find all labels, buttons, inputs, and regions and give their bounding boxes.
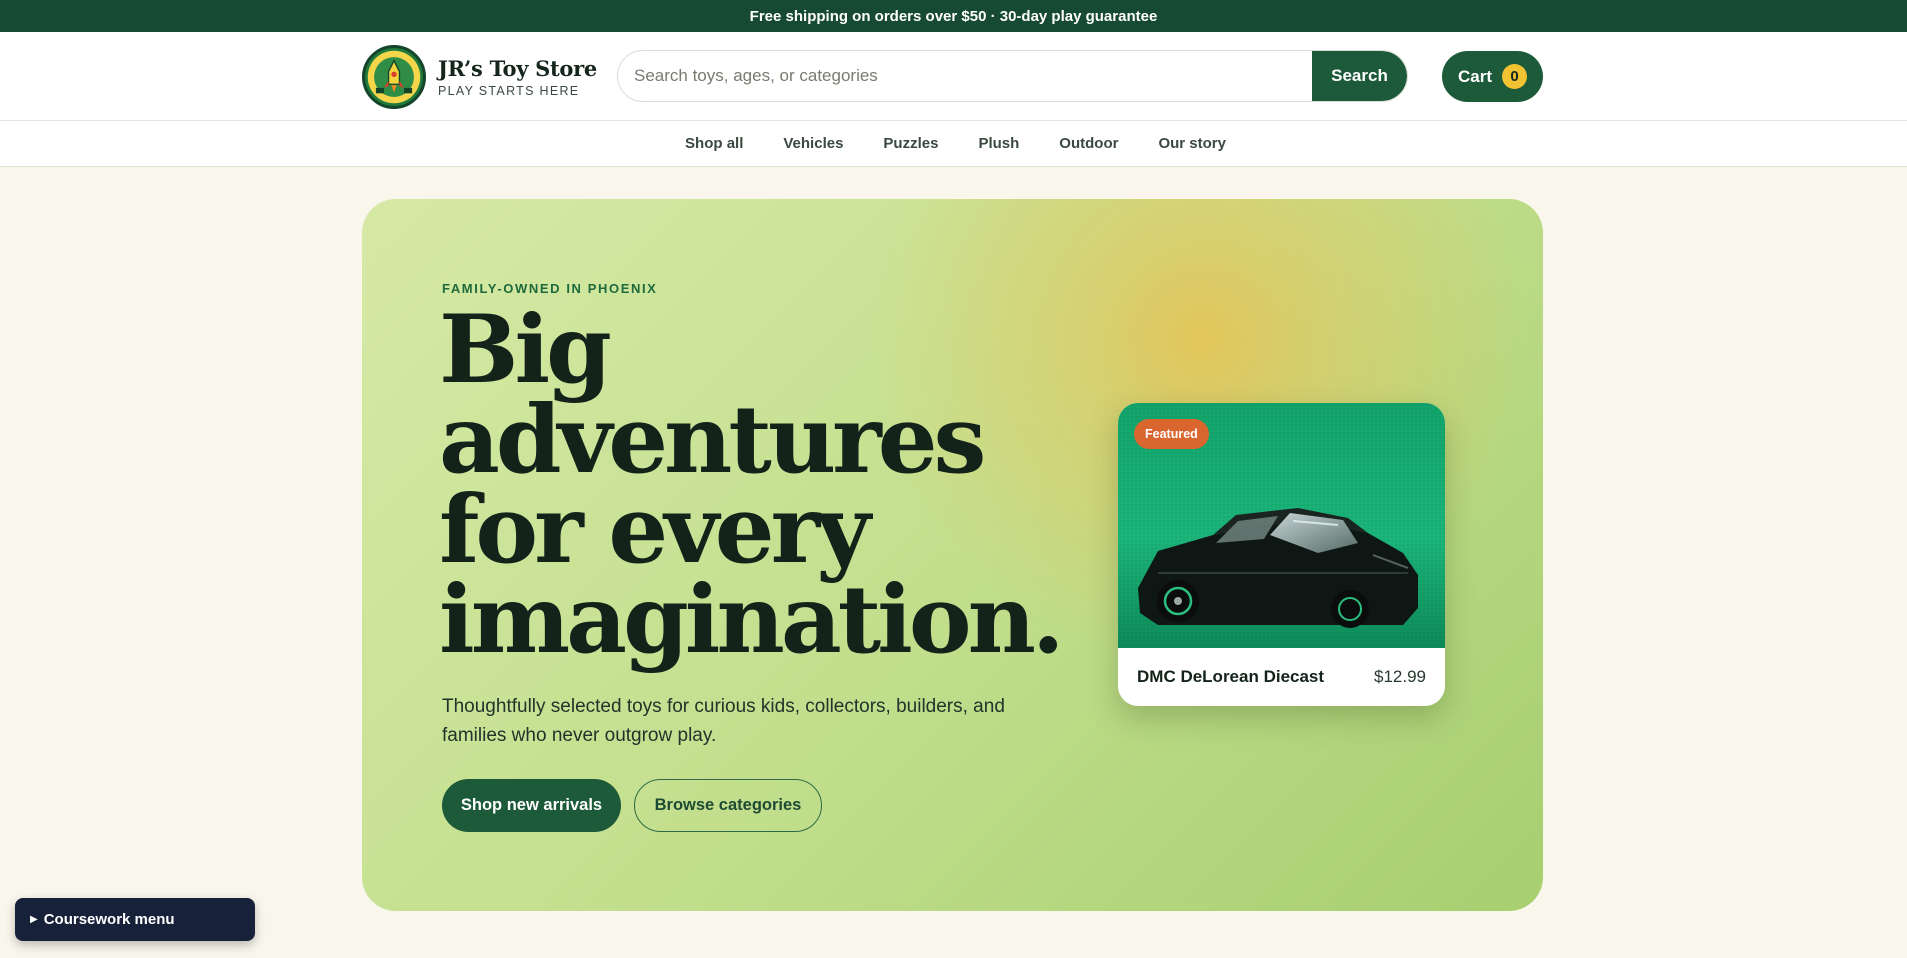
featured-badge: Featured [1134,419,1209,449]
product-name: DMC DeLorean Diecast [1137,667,1325,686]
search-input[interactable] [618,51,1312,101]
main-nav: Shop all Vehicles Puzzles Plush Outdoor … [0,121,1907,167]
shop-new-arrivals-button[interactable]: Shop new arrivals [442,779,621,832]
store-logo-badge [362,45,426,109]
nav-item-our-story[interactable]: Our story [1158,135,1226,152]
nav-item-vehicles[interactable]: Vehicles [783,135,843,152]
search-bar: Search [617,50,1408,102]
nav-item-shop-all[interactable]: Shop all [685,135,743,152]
hero-subtitle: Thoughtfully selected toys for curious k… [442,696,1005,746]
hero-title: Big adventures for every imagination. [439,303,1065,667]
cart-label: Cart [1457,66,1492,86]
hero-eyebrow: FAMILY-OWNED IN PHOENIX [442,281,658,296]
cart-count-badge: 0 [1502,64,1527,89]
nav-item-outdoor[interactable]: Outdoor [1059,135,1118,152]
rocket-logo-icon [367,50,421,104]
site-header: JR’s Toy Store PLAY STARTS HERE Search C… [0,32,1907,121]
nav-item-puzzles[interactable]: Puzzles [883,135,938,152]
promo-bar: Free shipping on orders over $50 · 30-da… [0,0,1907,32]
coursework-menu-label: Coursework menu [43,911,175,928]
product-price: $12.99 [1374,667,1426,686]
hero-title-line: imagination. [439,565,1065,675]
product-info: DMC DeLorean Diecast $12.99 [1118,648,1445,706]
store-name: JR’s Toy Store [438,56,597,81]
promo-text: Free shipping on orders over $50 · 30-da… [749,7,1158,25]
nav-item-plush[interactable]: Plush [978,135,1019,152]
cart-button[interactable]: Cart 0 [1442,51,1543,102]
featured-product-card[interactable]: Featured DMC DeLorean Diecast $12.99 [1118,403,1445,706]
search-button[interactable]: Search [1312,51,1407,101]
store-tagline: PLAY STARTS HERE [438,84,580,98]
coursework-menu-toggle[interactable]: ▶ Coursework menu [15,898,255,941]
hero-banner: FAMILY-OWNED IN PHOENIX Big adventures f… [362,199,1543,911]
logo-link[interactable]: JR’s Toy Store PLAY STARTS HERE [362,45,597,109]
browse-categories-button[interactable]: Browse categories [634,779,822,832]
triangle-right-icon: ▶ [30,914,38,925]
